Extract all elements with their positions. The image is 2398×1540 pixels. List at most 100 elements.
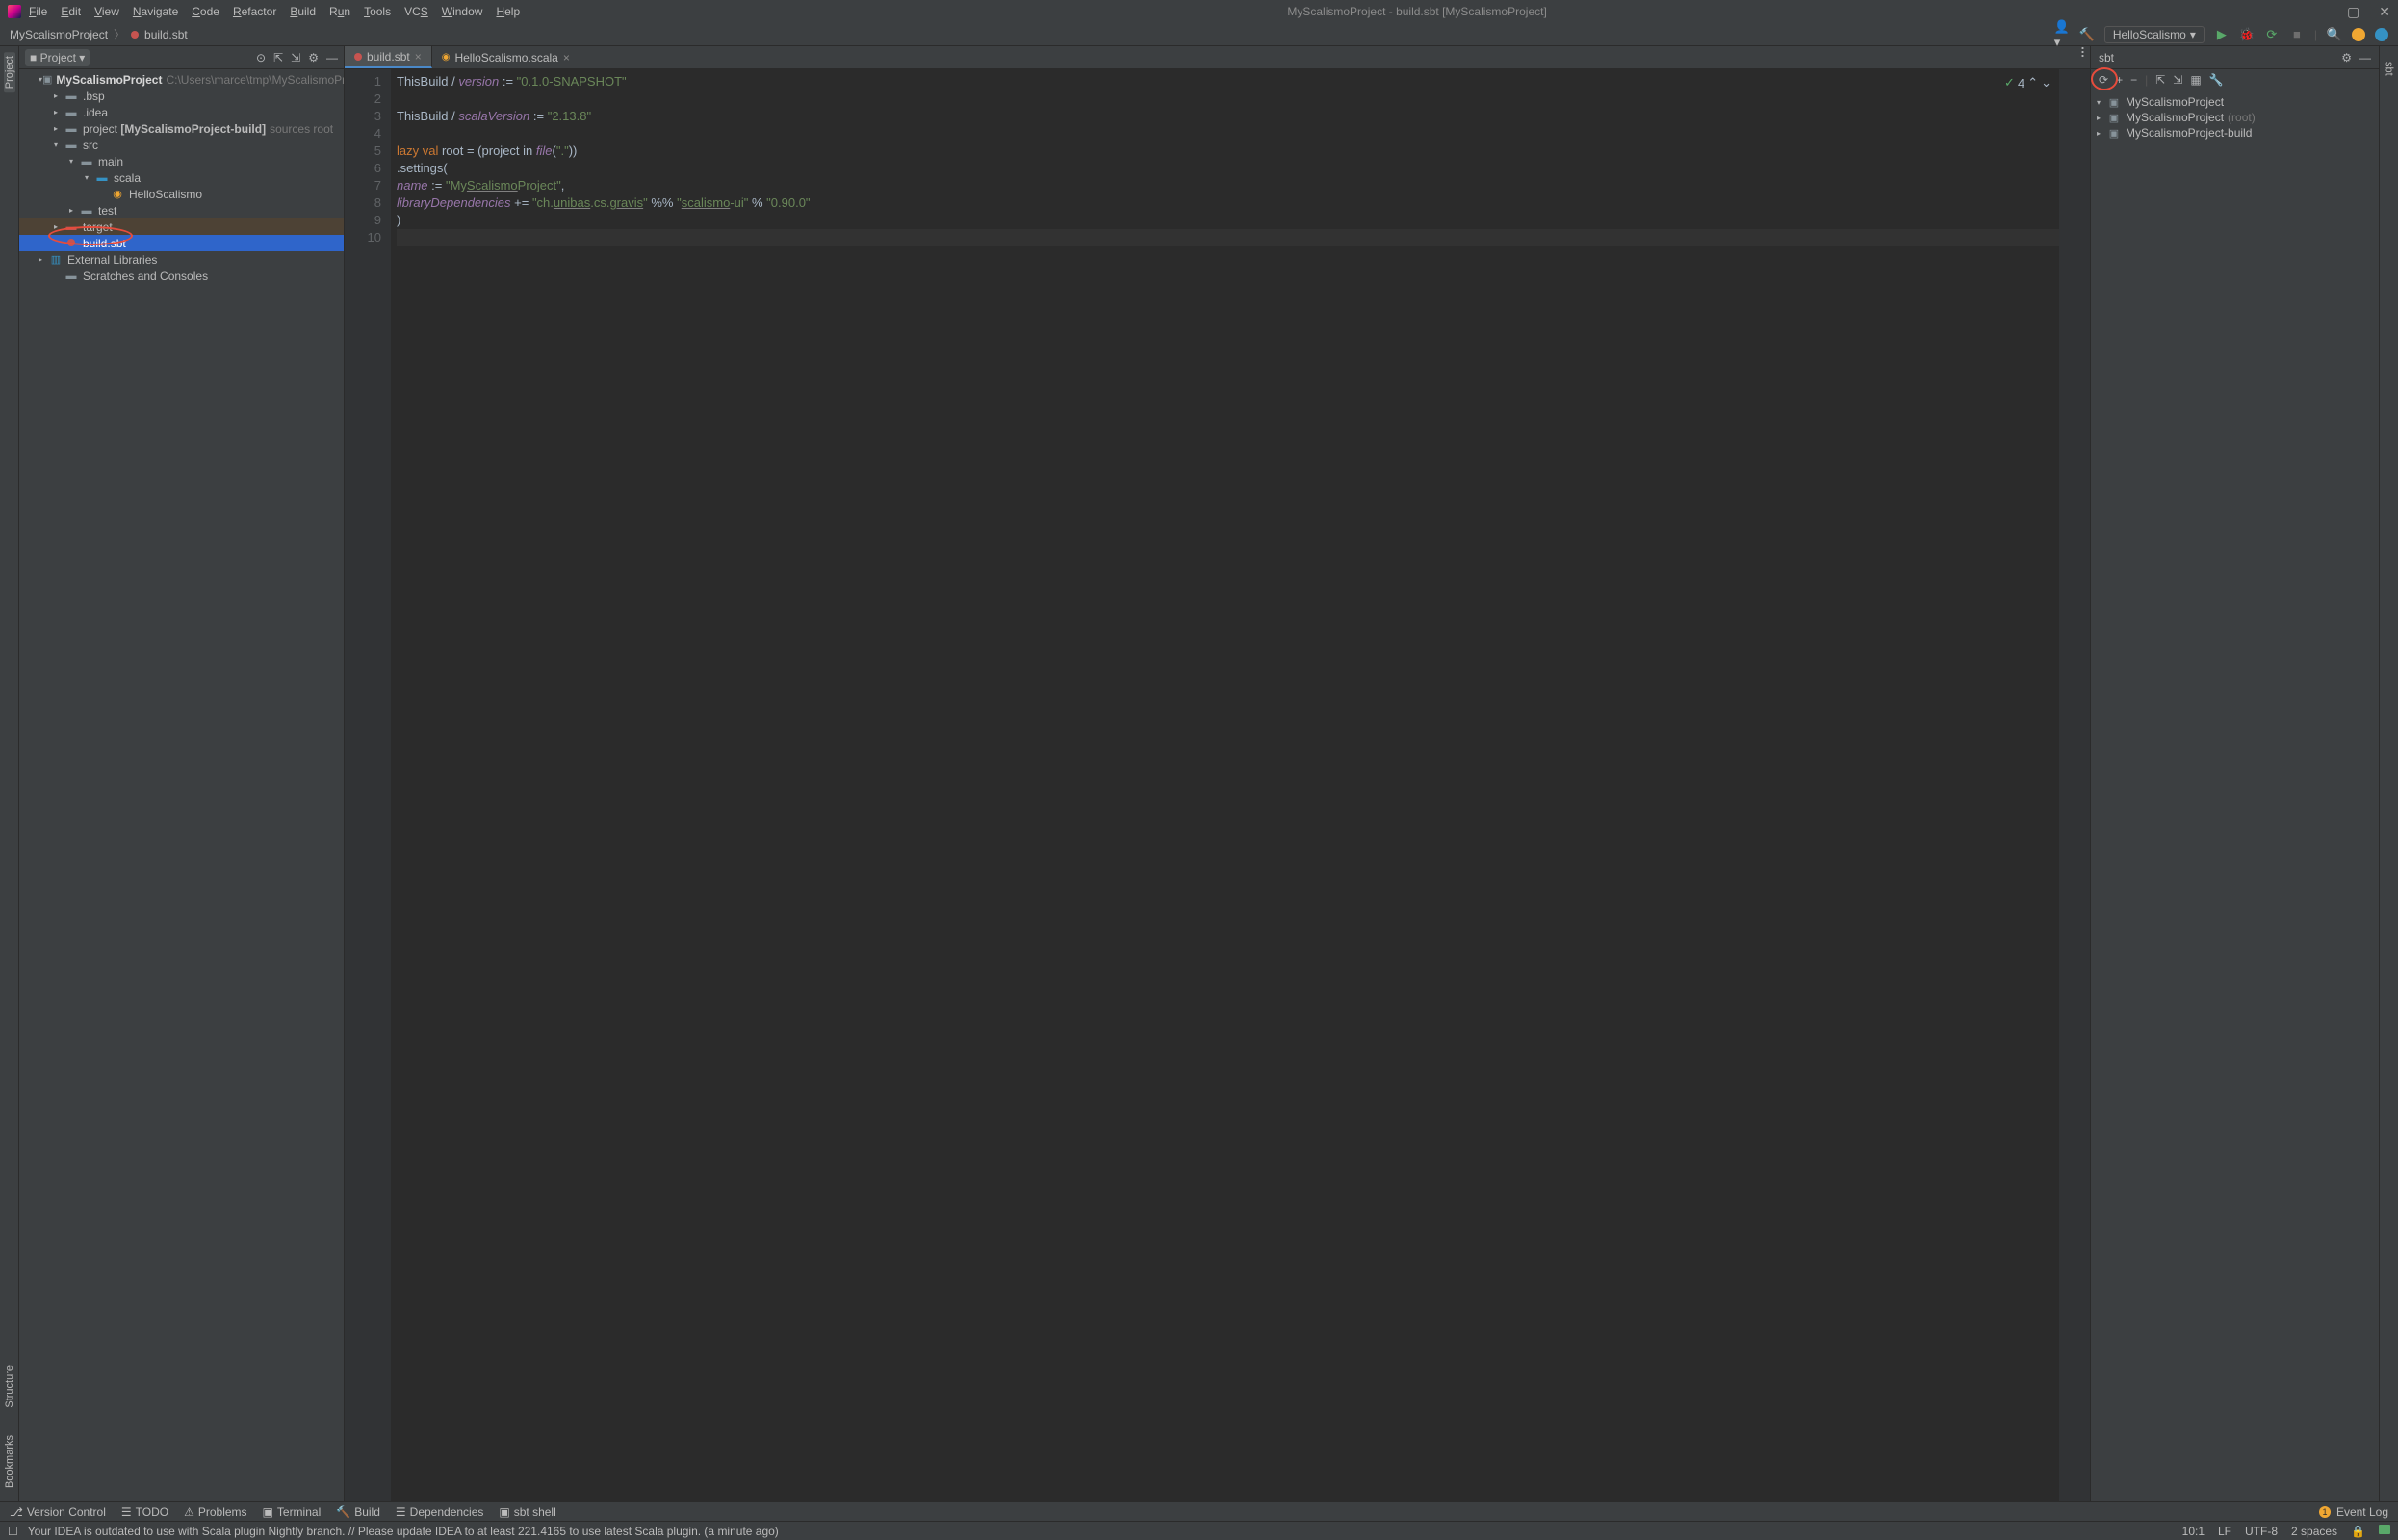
add-icon[interactable]: + — [2116, 73, 2123, 87]
status-message[interactable]: Your IDEA is outdated to use with Scala … — [28, 1525, 779, 1538]
coverage-button[interactable]: ⟳ — [2264, 27, 2280, 42]
line-number: 3 — [345, 108, 381, 125]
menu-view[interactable]: View — [94, 5, 119, 18]
window-title: MyScalismoProject - build.sbt [MyScalism… — [520, 5, 2314, 18]
sbt-root[interactable]: ▾▣MyScalismoProject — [2091, 94, 2379, 110]
line-separator[interactable]: LF — [2218, 1525, 2231, 1538]
debug-button[interactable]: 🐞 — [2239, 27, 2255, 42]
tool-bookmarks-tab[interactable]: Bookmarks — [4, 1431, 15, 1492]
menu-navigate[interactable]: Navigate — [133, 5, 178, 18]
menu-help[interactable]: Help — [496, 5, 520, 18]
tool-terminal[interactable]: ▣Terminal — [263, 1505, 322, 1519]
editor-tabs-options[interactable] — [2076, 46, 2090, 68]
menu-build[interactable]: Build — [290, 5, 316, 18]
tree-bsp[interactable]: ▸▬.bsp — [19, 88, 344, 104]
tool-todo[interactable]: ☰TODO — [121, 1505, 168, 1519]
menu-tools[interactable]: Tools — [364, 5, 391, 18]
stop-button: ■ — [2289, 27, 2305, 42]
sbt-project-tree[interactable]: ▾▣MyScalismoProject ▸▣MyScalismoProject(… — [2091, 90, 2379, 144]
lock-icon[interactable]: 🔒 — [2351, 1525, 2365, 1538]
menu-refactor[interactable]: Refactor — [233, 5, 276, 18]
tool-project-tab[interactable]: Project — [4, 52, 15, 92]
tree-scratches[interactable]: ▬Scratches and Consoles — [19, 268, 344, 284]
close-button[interactable]: ✕ — [2379, 4, 2390, 20]
minimize-button[interactable]: — — [2314, 4, 2328, 20]
close-tab-icon[interactable]: × — [563, 51, 570, 64]
menu-vcs[interactable]: VCS — [404, 5, 428, 18]
label: scala — [114, 171, 141, 185]
line-number-gutter[interactable]: 1 2 3 4 5 6 7 8 9 10 — [345, 69, 391, 1502]
editor-marker-bar[interactable] — [2059, 69, 2090, 1502]
tool-sbt-tab[interactable]: sbt — [2384, 58, 2395, 80]
tree-src[interactable]: ▾▬src — [19, 137, 344, 153]
search-icon[interactable]: 🔍 — [2327, 27, 2342, 42]
menu-file[interactable]: File — [29, 5, 47, 18]
memory-indicator-icon[interactable] — [2379, 1525, 2390, 1534]
breadcrumb-file[interactable]: build.sbt — [144, 28, 188, 41]
tool-problems[interactable]: ⚠Problems — [184, 1505, 246, 1519]
tree-main[interactable]: ▾▬main — [19, 153, 344, 169]
add-user-icon[interactable]: 👤▾ — [2054, 27, 2070, 42]
tree-project[interactable]: ▸▬project [MyScalismoProject-build]sourc… — [19, 120, 344, 137]
hammer-icon: 🔨 — [336, 1505, 350, 1519]
tree-build-sbt[interactable]: build.sbt — [19, 235, 344, 251]
tool-event-log[interactable]: Event Log — [2336, 1505, 2388, 1519]
menu-window[interactable]: Window — [442, 5, 483, 18]
tree-idea[interactable]: ▸▬.idea — [19, 104, 344, 120]
line-number: 5 — [345, 142, 381, 160]
chevron-down-icon[interactable]: ⌄ — [2041, 75, 2051, 90]
select-icon[interactable]: ▦ — [2190, 73, 2201, 87]
refresh-icon[interactable]: ⟳ — [2099, 73, 2108, 87]
hammer-icon[interactable]: 🔨 — [2079, 27, 2095, 42]
run-button[interactable]: ▶ — [2214, 27, 2230, 42]
breadcrumb-root[interactable]: MyScalismoProject — [10, 28, 108, 41]
collapse-all-icon[interactable]: ⇲ — [291, 51, 300, 64]
collapse-icon[interactable]: ⇲ — [2173, 73, 2182, 87]
select-opened-file-icon[interactable]: ⊙ — [256, 51, 266, 64]
inspection-indicator[interactable]: ✓4 ⌃ ⌄ — [2004, 75, 2051, 90]
tree-target[interactable]: ▸▬target — [19, 218, 344, 235]
hide-panel-icon[interactable]: — — [2359, 51, 2371, 64]
remove-icon[interactable]: − — [2130, 73, 2137, 87]
menu-code[interactable]: Code — [192, 5, 219, 18]
expand-icon[interactable]: ⇱ — [2155, 73, 2165, 87]
tool-build[interactable]: 🔨Build — [336, 1505, 380, 1519]
project-tree[interactable]: ▾▣MyScalismoProjectC:\Users\marce\tmp\My… — [19, 69, 344, 1502]
run-configuration-selector[interactable]: HelloScalismo ▾ — [2104, 26, 2205, 43]
hide-panel-icon[interactable]: — — [326, 51, 338, 64]
tool-structure-tab[interactable]: Structure — [4, 1361, 15, 1412]
file-encoding[interactable]: UTF-8 — [2245, 1525, 2278, 1538]
indent-setting[interactable]: 2 spaces — [2291, 1525, 2337, 1538]
sbt-panel-title: sbt — [2099, 51, 2114, 64]
chevron-up-icon[interactable]: ⌃ — [2027, 75, 2038, 90]
code-content[interactable]: ThisBuild / version := "0.1.0-SNAPSHOT" … — [391, 69, 2059, 1502]
code-editor[interactable]: 1 2 3 4 5 6 7 8 9 10 ThisBuild / version… — [345, 69, 2090, 1502]
breadcrumb[interactable]: MyScalismoProject 〉 build.sbt — [10, 26, 188, 42]
sbt-node-root[interactable]: ▸▣MyScalismoProject(root) — [2091, 110, 2379, 125]
maximize-button[interactable]: ▢ — [2347, 4, 2359, 20]
sbt-node-build[interactable]: ▸▣MyScalismoProject-build — [2091, 125, 2379, 141]
tool-dependencies[interactable]: ☰Dependencies — [396, 1505, 484, 1519]
tree-root[interactable]: ▾▣MyScalismoProjectC:\Users\marce\tmp\My… — [19, 71, 344, 88]
project-view-selector[interactable]: ■ Project ▾ — [25, 49, 90, 66]
tab-hello-scalismo[interactable]: ◉HelloScalismo.scala× — [432, 46, 580, 68]
tool-sbt-shell[interactable]: ▣sbt shell — [499, 1505, 555, 1519]
wrench-icon[interactable]: 🔧 — [2209, 73, 2224, 87]
tree-external-libraries[interactable]: ▸▥External Libraries — [19, 251, 344, 268]
expand-all-icon[interactable]: ⇱ — [273, 51, 283, 64]
tool-version-control[interactable]: ⎇Version Control — [10, 1505, 106, 1519]
menu-edit[interactable]: Edit — [61, 5, 81, 18]
tree-test[interactable]: ▸▬test — [19, 202, 344, 218]
cursor-position[interactable]: 10:1 — [2182, 1525, 2205, 1538]
update-available-icon[interactable] — [2352, 28, 2365, 41]
settings-icon[interactable]: ⚙ — [2341, 51, 2352, 64]
tree-hello-scalismo[interactable]: ◉HelloScalismo — [19, 186, 344, 202]
line-number: 7 — [345, 177, 381, 194]
menu-run[interactable]: Run — [329, 5, 350, 18]
line-number: 10 — [345, 229, 381, 246]
close-tab-icon[interactable]: × — [415, 50, 422, 64]
ide-help-icon[interactable] — [2375, 28, 2388, 41]
tab-build-sbt[interactable]: build.sbt× — [345, 46, 432, 68]
settings-icon[interactable]: ⚙ — [308, 51, 319, 64]
tree-scala[interactable]: ▾▬scala — [19, 169, 344, 186]
